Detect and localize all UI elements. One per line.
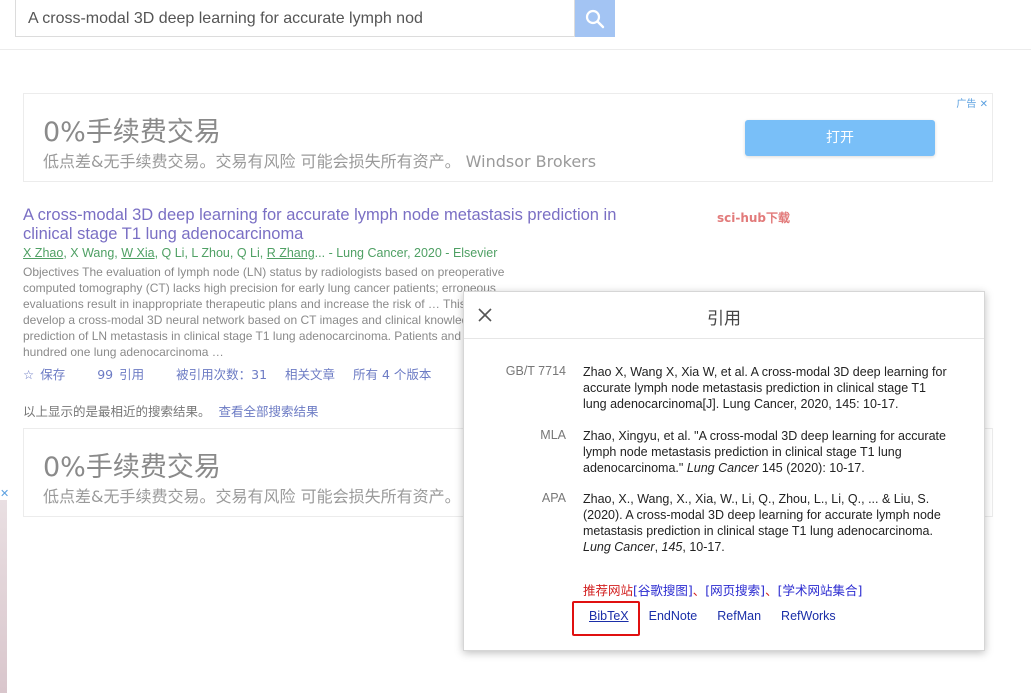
all-versions-link[interactable]: 所有 4 个版本: [353, 367, 431, 382]
export-links: BibTeX EndNote RefMan RefWorks: [589, 609, 856, 623]
academic-sites-link[interactable]: [学术网站集合]: [778, 583, 863, 598]
side-ad-strip: [0, 500, 7, 693]
separator: 、: [765, 583, 778, 598]
ad-subtitle: 低点差&无手续费交易。交易有风险 可能会损失所有资产。 Windsor Brok…: [43, 152, 597, 171]
dialog-title: 引用: [707, 309, 741, 329]
header-divider: [0, 49, 1031, 50]
citation-tail: , 10-17.: [682, 540, 725, 554]
citation-style-label: APA: [541, 491, 566, 505]
save-action[interactable]: ☆ 保存: [23, 367, 79, 382]
citation-text[interactable]: Zhao, X., Wang, X., Xia, W., Li, Q., Zho…: [583, 491, 953, 555]
citation-text[interactable]: Zhao X, Wang X, Xia W, et al. A cross-mo…: [583, 364, 953, 412]
citation-style-label: MLA: [540, 428, 566, 442]
quote-icon: 99: [97, 367, 114, 382]
citation-body: Zhao, X., Wang, X., Xia, W., Li, Q., Zho…: [583, 492, 941, 538]
cite-dialog: 引用 GB/T 7714 Zhao X, Wang X, Xia W, et a…: [463, 291, 985, 651]
refworks-link[interactable]: RefWorks: [781, 609, 836, 623]
related-articles-link[interactable]: 相关文章: [285, 367, 335, 382]
endnote-link[interactable]: EndNote: [649, 609, 698, 623]
ad-open-button[interactable]: 打开: [745, 120, 935, 156]
cite-action[interactable]: 99 引用: [97, 367, 158, 382]
ad-title: 0%手续费交易: [43, 117, 221, 148]
ad-label: 广告: [956, 99, 977, 110]
google-image-search-link[interactable]: [谷歌搜图]: [633, 583, 693, 598]
scihub-download-link[interactable]: sci-hub下载: [717, 209, 790, 226]
view-all-results-link[interactable]: 查看全部搜索结果: [219, 404, 319, 419]
recommended-sites: 推荐网站[谷歌搜图]、[网页搜索]、[学术网站集合]: [583, 580, 862, 599]
citation-body: Zhao X, Wang X, Xia W, et al. A cross-mo…: [583, 365, 947, 411]
web-search-link[interactable]: [网页搜索]: [705, 583, 765, 598]
search-icon: [585, 9, 605, 28]
ad-banner[interactable]: 0%手续费交易 低点差&无手续费交易。交易有风险 可能会损失所有资产。 Wind…: [23, 93, 993, 182]
author-name: L Zhou: [191, 246, 230, 260]
refman-link[interactable]: RefMan: [717, 609, 761, 623]
closest-results-text: 以上显示的是最相近的搜索结果。: [23, 404, 211, 419]
ad-close-icon[interactable]: ✕: [0, 487, 9, 500]
closest-results-notice: 以上显示的是最相近的搜索结果。 查看全部搜索结果: [23, 401, 319, 420]
search-input[interactable]: [15, 0, 575, 37]
citation-tail: 145 (2020): 10-17.: [758, 461, 865, 475]
ad-tag[interactable]: 广告 ✕: [956, 95, 988, 110]
dialog-header: 引用: [464, 292, 984, 339]
author-name: Q Li: [161, 246, 185, 260]
save-label: 保存: [40, 367, 66, 382]
citation-journal: Lung Cancer: [686, 461, 759, 475]
search-button[interactable]: [575, 0, 615, 37]
star-icon: ☆: [23, 367, 35, 382]
result-title-link[interactable]: A cross-modal 3D deep learning for accur…: [23, 206, 663, 244]
citation-journal: Lung Cancer: [583, 540, 655, 554]
cite-label: 引用: [119, 367, 145, 382]
recommend-label: 推荐网站: [583, 583, 634, 598]
author-name: X Wang: [70, 246, 115, 260]
ad-title: 0%手续费交易: [43, 452, 221, 483]
author-link[interactable]: X Zhao: [23, 246, 63, 260]
author-name: Q Li: [236, 246, 260, 260]
ad-close-icon[interactable]: ✕: [980, 99, 988, 110]
author-link[interactable]: W Xia: [121, 246, 154, 260]
author-link[interactable]: R Zhang: [267, 246, 315, 260]
separator: 、: [692, 583, 706, 598]
citation-volume: 145: [661, 540, 683, 554]
result-actions: ☆ 保存 99 引用 被引用次数：31 相关文章 所有 4 个版本: [23, 364, 445, 383]
result-source: ... - Lung Cancer, 2020 - Elsevier: [314, 246, 498, 260]
cited-by-link[interactable]: 被引用次数：31: [176, 367, 267, 382]
citation-style-label: GB/T 7714: [505, 364, 566, 378]
citation-text[interactable]: Zhao, Xingyu, et al. "A cross-modal 3D d…: [583, 428, 953, 476]
citation-separator: ,: [654, 540, 662, 554]
ad-subtitle: 低点差&无手续费交易。交易有风险 可能会损失所有资产。: [43, 487, 461, 506]
result-authors: X Zhao, X Wang, W Xia, Q Li, L Zhou, Q L…: [23, 246, 498, 260]
bibtex-link[interactable]: BibTeX: [589, 609, 629, 623]
